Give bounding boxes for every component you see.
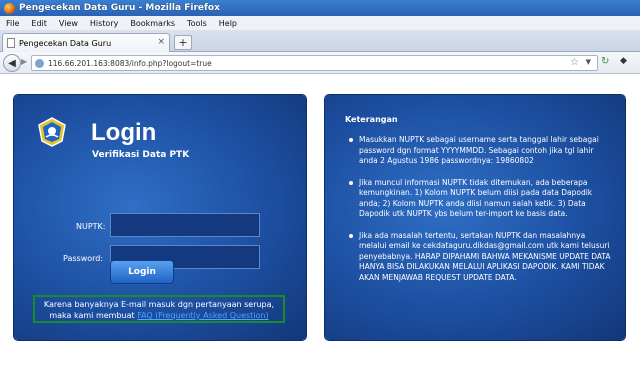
reload-icon[interactable]: ↻ xyxy=(601,56,615,70)
window-titlebar: Pengecekan Data Guru - Mozilla Firefox xyxy=(0,0,640,16)
url-text: 116.66.201.163:8083/info.php?logout=true xyxy=(48,58,212,68)
keterangan-panel: Keterangan Masukkan NUPTK sebagai userna… xyxy=(325,95,625,340)
chevron-down-icon[interactable]: ▼ xyxy=(586,58,591,66)
list-item: Jika muncul informasi NUPTK tidak ditemu… xyxy=(349,178,614,220)
keterangan-title: Keterangan xyxy=(345,115,398,124)
menu-file[interactable]: File xyxy=(6,19,19,28)
tab-bar: Pengecekan Data Guru × + xyxy=(0,30,640,52)
tab-title: Pengecekan Data Guru xyxy=(19,38,112,48)
nuptk-label: NUPTK: xyxy=(76,222,106,231)
menu-tools[interactable]: Tools xyxy=(187,19,207,28)
login-panel: Login Verifikasi Data PTK NUPTK: Passwor… xyxy=(14,95,306,340)
notice-line-1: Karena banyaknya E-mail masuk dgn pertan… xyxy=(43,300,275,309)
globe-icon xyxy=(35,58,44,68)
bookmark-star-icon[interactable]: ☆ xyxy=(570,57,579,68)
new-tab-button[interactable]: + xyxy=(174,35,192,50)
close-icon[interactable]: × xyxy=(157,37,165,47)
window-title: Pengecekan Data Guru - Mozilla Firefox xyxy=(19,3,220,13)
back-button[interactable]: ◀ xyxy=(3,54,21,72)
notice-prefix: maka kami membuat xyxy=(49,311,138,320)
nuptk-input[interactable] xyxy=(110,213,260,237)
menu-help[interactable]: Help xyxy=(219,19,237,28)
login-title: Login xyxy=(91,119,157,146)
faq-notice: Karena banyaknya E-mail masuk dgn pertan… xyxy=(33,295,285,323)
url-bar[interactable]: 116.66.201.163:8083/info.php?logout=true… xyxy=(31,55,598,71)
menu-view[interactable]: View xyxy=(59,19,78,28)
menu-edit[interactable]: Edit xyxy=(31,19,47,28)
page-icon xyxy=(7,38,15,48)
keterangan-list: Masukkan NUPTK sebagai username serta ta… xyxy=(349,135,614,294)
forward-button[interactable]: ▶ xyxy=(21,57,31,69)
menu-bar: File Edit View History Bookmarks Tools H… xyxy=(0,16,640,30)
faq-link[interactable]: FAQ (Frequently Asked Question) xyxy=(137,311,268,320)
login-button[interactable]: Login xyxy=(110,260,174,284)
tut-wuri-logo-icon xyxy=(38,117,66,147)
menu-history[interactable]: History xyxy=(90,19,118,28)
menu-bookmarks[interactable]: Bookmarks xyxy=(130,19,175,28)
notice-line-2: maka kami membuat FAQ (Frequently Asked … xyxy=(35,310,283,321)
search-icon[interactable]: ◆ xyxy=(620,56,627,66)
password-label: Password: xyxy=(63,254,104,263)
page-content: Login Verifikasi Data PTK NUPTK: Passwor… xyxy=(0,75,640,365)
list-item: Masukkan NUPTK sebagai username serta ta… xyxy=(349,135,614,167)
login-subtitle: Verifikasi Data PTK xyxy=(92,150,190,160)
navigation-bar: ◀ ▶ 116.66.201.163:8083/info.php?logout=… xyxy=(0,52,640,74)
firefox-icon xyxy=(4,2,15,14)
tab-pengecekan[interactable]: Pengecekan Data Guru × xyxy=(2,33,170,52)
list-item: Jika ada masalah tertentu, sertakan NUPT… xyxy=(349,231,614,284)
